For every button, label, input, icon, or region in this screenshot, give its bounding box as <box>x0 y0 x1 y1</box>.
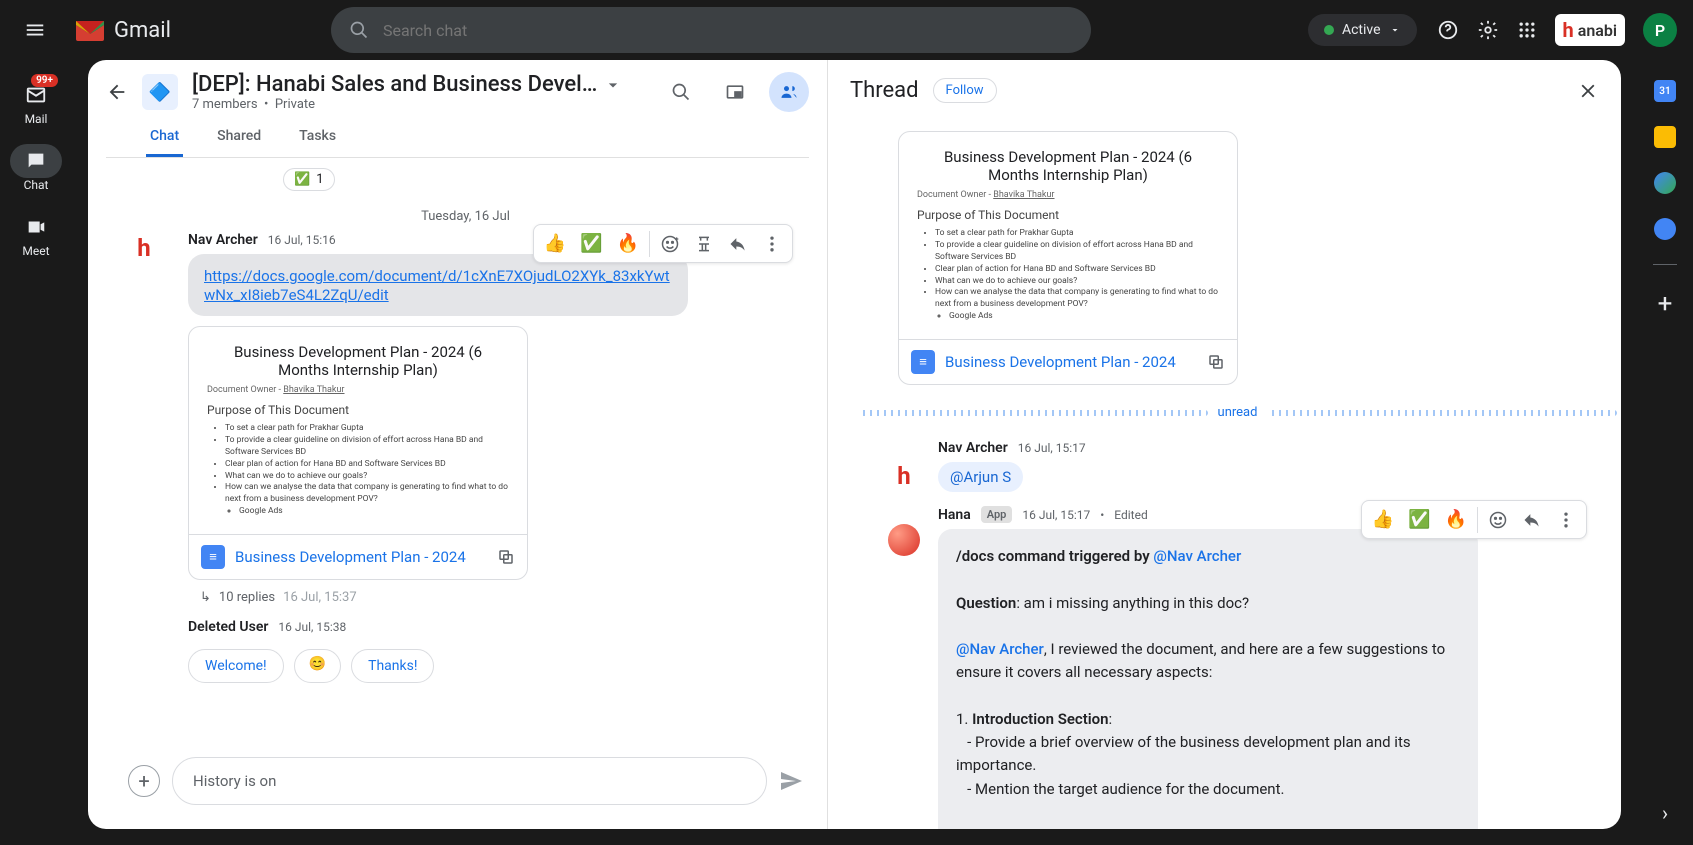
follow-button[interactable]: Follow <box>933 78 997 103</box>
link-bubble: https://docs.google.com/document/d/1cXnE… <box>188 254 688 316</box>
calendar-icon[interactable]: 31 <box>1654 80 1676 102</box>
doc-preview-title: Business Development Plan - 2024 (6 Mont… <box>207 343 509 379</box>
message-block: 👍 ✅ 🔥 h Nav Archer 16 Jul, 15:16 h <box>128 232 803 605</box>
nav-chat[interactable]: Chat <box>0 138 72 198</box>
thread-title: Thread <box>850 78 919 103</box>
main-menu-icon[interactable] <box>16 11 54 49</box>
chat-column: 🔷 [DEP]: Hanabi Sales and Business Devel… <box>88 60 828 829</box>
help-icon[interactable] <box>1437 19 1459 41</box>
back-arrow-icon[interactable] <box>106 81 128 103</box>
mention[interactable]: @Nav Archer <box>1153 547 1241 565</box>
copy-icon[interactable] <box>497 548 515 566</box>
doc-chip-name[interactable]: Business Development Plan - 2024 <box>235 548 487 566</box>
doc-section-heading: Purpose of This Document <box>207 403 509 417</box>
sender-name[interactable]: Nav Archer <box>188 232 258 248</box>
attach-plus-icon[interactable]: + <box>128 765 160 797</box>
status-dot-icon <box>1324 25 1334 35</box>
compose-input[interactable]: History is on <box>172 757 767 805</box>
tab-tasks[interactable]: Tasks <box>295 118 340 157</box>
gmail-logo[interactable]: Gmail <box>74 17 171 43</box>
nav-chat-label: Chat <box>24 178 49 192</box>
date-divider: Tuesday, 16 Jul <box>128 209 803 224</box>
unread-divider: unread <box>858 405 1617 420</box>
thread-column: Thread Follow Business Development Plan … <box>828 60 1621 829</box>
doc-preview-card[interactable]: Business Development Plan - 2024 (6 Mont… <box>898 131 1238 385</box>
left-nav: 99+ Mail Chat Meet <box>0 60 72 845</box>
gdoc-icon: ≡ <box>201 545 225 569</box>
app-message-bubble: /docs command triggered by @Nav Archer Q… <box>938 529 1478 829</box>
compose-row: + History is on <box>88 743 827 829</box>
sender-avatar[interactable]: h <box>888 460 920 492</box>
chevron-down-icon[interactable] <box>603 75 623 95</box>
right-rail: 31 + › <box>1637 60 1693 845</box>
smart-reply-button[interactable]: 😊 <box>294 649 341 683</box>
messages-list[interactable]: ✅1 Tuesday, 16 Jul 👍 ✅ 🔥 h Nav Archer 16… <box>88 158 827 743</box>
doc-preview-card[interactable]: Business Development Plan - 2024 (6 Mont… <box>188 326 528 580</box>
nav-meet[interactable]: Meet <box>0 204 72 264</box>
collapse-rail-icon[interactable]: › <box>1662 801 1668 825</box>
smart-reply-button[interactable]: Welcome! <box>188 649 284 683</box>
reaction-chip[interactable]: ✅1 <box>283 168 335 191</box>
tab-chat[interactable]: Chat <box>146 118 183 157</box>
space-tabs: Chat Shared Tasks <box>106 118 809 158</box>
pip-icon[interactable] <box>715 72 755 112</box>
close-thread-icon[interactable] <box>1577 80 1599 102</box>
topbar-icons: hanabi P <box>1437 13 1677 47</box>
space-subtitle: 7 members • Private <box>192 97 647 112</box>
chat-icon <box>25 150 47 172</box>
sender-avatar[interactable]: h <box>128 232 160 264</box>
copy-icon[interactable] <box>1207 353 1225 371</box>
search-bar[interactable] <box>331 7 1091 53</box>
mention[interactable]: @Nav Archer <box>956 640 1044 658</box>
thread-body[interactable]: Business Development Plan - 2024 (6 Mont… <box>828 121 1621 829</box>
add-addon-icon[interactable]: + <box>1658 289 1673 319</box>
mail-icon <box>25 84 47 106</box>
send-icon[interactable] <box>779 769 803 793</box>
smart-reply-button[interactable]: Thanks! <box>351 649 434 683</box>
smart-replies: Welcome! 😊 Thanks! <box>188 649 803 683</box>
meet-icon <box>25 216 47 238</box>
gdoc-icon: ≡ <box>911 350 935 374</box>
contacts-icon[interactable] <box>1654 218 1676 240</box>
search-icon <box>349 20 369 40</box>
search-input[interactable] <box>383 21 1073 40</box>
mail-badge: 99+ <box>31 74 58 87</box>
status-chip[interactable]: Active <box>1308 14 1417 46</box>
nav-mail[interactable]: 99+ Mail <box>0 72 72 132</box>
app-badge: App <box>981 506 1013 523</box>
chevron-down-icon <box>1389 24 1401 36</box>
sender-name: Deleted User <box>188 619 268 635</box>
thread-header: Thread Follow <box>828 60 1621 121</box>
nav-meet-label: Meet <box>22 244 49 258</box>
apps-grid-icon[interactable] <box>1517 20 1537 40</box>
brand-chip[interactable]: hanabi <box>1555 14 1625 46</box>
space-title[interactable]: [DEP]: Hanabi Sales and Business Devel… <box>192 72 647 97</box>
tasks-icon[interactable] <box>1654 172 1676 194</box>
message-time: 16 Jul, 15:16 <box>268 233 336 247</box>
message-time: 16 Jul, 15:38 <box>278 620 346 634</box>
sender-avatar[interactable] <box>888 524 920 556</box>
doc-link[interactable]: https://docs.google.com/document/d/1cXnE… <box>204 267 670 304</box>
members-icon[interactable] <box>769 72 809 112</box>
gmail-word: Gmail <box>114 18 171 43</box>
search-space-icon[interactable] <box>661 72 701 112</box>
main-panel: 🔷 [DEP]: Hanabi Sales and Business Devel… <box>88 60 1621 829</box>
account-avatar[interactable]: P <box>1643 13 1677 47</box>
tab-shared[interactable]: Shared <box>213 118 265 157</box>
space-avatar-icon: 🔷 <box>142 74 178 110</box>
mention-chip[interactable]: @Arjun S <box>938 462 1023 492</box>
gear-icon[interactable] <box>1477 19 1499 41</box>
chat-header: 🔷 [DEP]: Hanabi Sales and Business Devel… <box>88 60 827 158</box>
topbar: Gmail Active hanabi P <box>0 0 1693 60</box>
thread-replies-link[interactable]: ↳ 10 replies 16 Jul, 15:37 <box>200 590 803 605</box>
status-text: Active <box>1342 22 1381 38</box>
nav-mail-label: Mail <box>25 112 48 126</box>
keep-icon[interactable] <box>1654 126 1676 148</box>
